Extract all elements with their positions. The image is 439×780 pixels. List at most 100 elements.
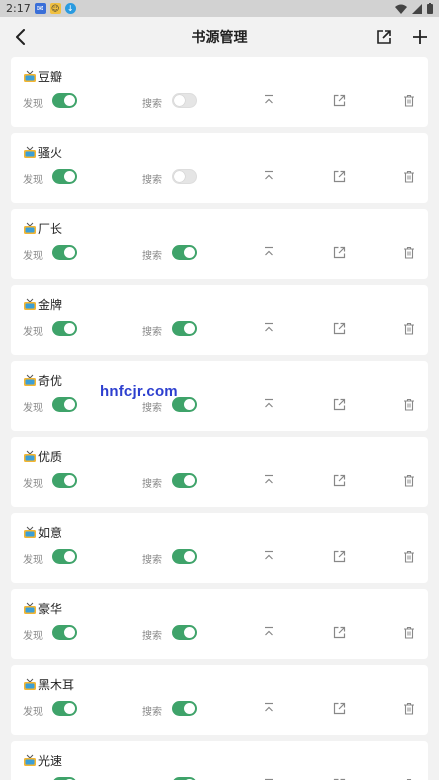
trash-icon (404, 702, 414, 715)
discover-label: 发现 (23, 479, 43, 490)
open-external-icon (333, 626, 345, 638)
back-button[interactable] (9, 25, 33, 49)
discover-toggle[interactable] (52, 321, 77, 336)
open-source-button[interactable] (331, 396, 347, 412)
open-source-button[interactable] (331, 168, 347, 184)
open-source-button[interactable] (331, 320, 347, 336)
source-card[interactable]: 如意 发现 搜索 (11, 513, 428, 583)
delete-source-button[interactable] (401, 700, 417, 716)
source-card[interactable]: 优质 发现 搜索 (11, 437, 428, 507)
discover-toggle[interactable] (52, 701, 77, 716)
source-name-row: 豆瓣 (23, 68, 62, 85)
discover-label: 发现 (23, 175, 43, 186)
delete-source-button[interactable] (401, 92, 417, 108)
source-name: 奇优 (38, 374, 63, 388)
source-card[interactable]: 奇优 发现 搜索 (11, 361, 428, 431)
move-top-button[interactable] (261, 700, 277, 716)
search-toggle[interactable] (172, 625, 197, 640)
move-top-button[interactable] (261, 548, 277, 564)
search-toggle[interactable] (172, 549, 197, 564)
source-card[interactable]: 豪华 发现 搜索 (11, 589, 428, 659)
open-source-button[interactable] (331, 548, 347, 564)
source-card[interactable]: 豆瓣 发现 搜索 (11, 57, 428, 127)
source-card[interactable]: 金牌 发现 搜索 (11, 285, 428, 355)
toggle-knob (184, 551, 195, 562)
move-top-button[interactable] (261, 776, 277, 780)
tv-icon (24, 222, 36, 234)
source-name-row: 金牌 (23, 296, 62, 313)
delete-source-button[interactable] (401, 472, 417, 488)
search-label: 搜索 (142, 99, 162, 110)
toggle-knob (64, 475, 75, 486)
toggle-knob (184, 247, 195, 258)
source-card[interactable]: 光速发现搜索 (11, 741, 428, 780)
source-name: 金牌 (38, 298, 63, 312)
open-source-button[interactable] (331, 244, 347, 260)
toggle-knob (64, 247, 75, 258)
open-source-button[interactable] (331, 700, 347, 716)
move-top-button[interactable] (261, 168, 277, 184)
toggle-knob (64, 551, 75, 562)
discover-toggle[interactable] (52, 397, 77, 412)
open-source-button[interactable] (331, 624, 347, 640)
trash-icon (404, 94, 414, 107)
search-toggle[interactable] (172, 245, 197, 260)
trash-icon (404, 170, 414, 183)
move-top-button[interactable] (261, 396, 277, 412)
open-external-icon (333, 94, 345, 106)
move-top-button[interactable] (261, 472, 277, 488)
tv-icon (24, 678, 36, 690)
delete-source-button[interactable] (401, 168, 417, 184)
source-name: 厂长 (38, 222, 63, 236)
source-name-row: 黑木耳 (23, 676, 74, 693)
move-top-button[interactable] (261, 92, 277, 108)
toggle-knob (64, 95, 75, 106)
discover-toggle[interactable] (52, 93, 77, 108)
move-top-button[interactable] (261, 244, 277, 260)
delete-source-button[interactable] (401, 624, 417, 640)
source-name-row: 豪华 (23, 600, 62, 617)
discover-toggle[interactable] (52, 169, 77, 184)
signal-icon (412, 3, 422, 14)
search-label: 搜索 (142, 479, 162, 490)
delete-source-button[interactable] (401, 396, 417, 412)
tv-icon (24, 146, 36, 158)
share-icon (377, 30, 391, 44)
open-external-icon (333, 170, 345, 182)
trash-icon (404, 322, 414, 335)
delete-source-button[interactable] (401, 776, 417, 780)
search-label: 搜索 (142, 555, 162, 566)
source-name-row: 骚火 (23, 144, 62, 161)
discover-toggle[interactable] (52, 473, 77, 488)
move-top-button[interactable] (261, 320, 277, 336)
search-label: 搜索 (142, 707, 162, 718)
open-source-button[interactable] (331, 776, 347, 780)
tv-icon (24, 450, 36, 462)
battery-icon (427, 3, 433, 14)
open-source-button[interactable] (331, 472, 347, 488)
source-card[interactable]: 厂长 发现 搜索 (11, 209, 428, 279)
search-toggle[interactable] (172, 473, 197, 488)
search-toggle[interactable] (172, 321, 197, 336)
discover-toggle[interactable] (52, 549, 77, 564)
delete-source-button[interactable] (401, 244, 417, 260)
add-source-button[interactable] (408, 25, 432, 49)
source-name: 豆瓣 (38, 70, 63, 84)
discover-toggle[interactable] (52, 245, 77, 260)
source-card[interactable]: 黑木耳 发现 搜索 (11, 665, 428, 735)
move-top-button[interactable] (261, 624, 277, 640)
trash-icon (404, 626, 414, 639)
search-toggle[interactable] (172, 169, 197, 184)
search-toggle[interactable] (172, 701, 197, 716)
source-card[interactable]: 骚火 发现 搜索 (11, 133, 428, 203)
download-icon: ↓ (64, 3, 76, 14)
share-button[interactable] (372, 25, 396, 49)
discover-toggle[interactable] (52, 625, 77, 640)
delete-source-button[interactable] (401, 320, 417, 336)
move-top-icon (265, 322, 273, 332)
open-source-button[interactable] (331, 92, 347, 108)
delete-source-button[interactable] (401, 548, 417, 564)
discover-label: 发现 (23, 631, 43, 642)
open-external-icon (333, 246, 345, 258)
search-toggle[interactable] (172, 93, 197, 108)
